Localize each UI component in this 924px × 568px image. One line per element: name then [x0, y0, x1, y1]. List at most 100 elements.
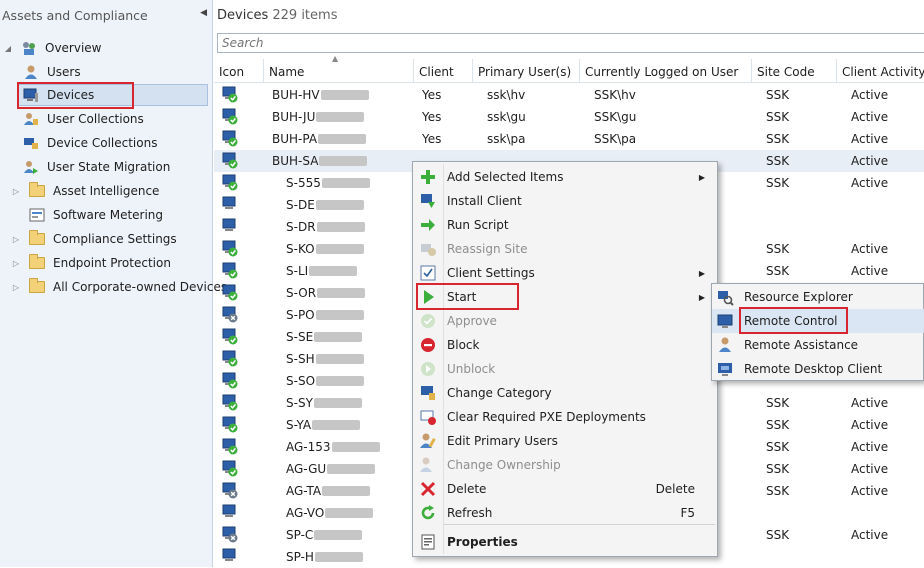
menu-item-start[interactable]: Start ▶ [415, 285, 715, 309]
redacted-block [325, 508, 374, 518]
menu-item-block[interactable]: Block [415, 333, 715, 357]
table-row[interactable]: BUH-JU Yes ssk\gu SSK\gu SSK Active [214, 106, 924, 128]
menu-item-label: Reassign Site [447, 242, 528, 256]
menu-item-label: Change Category [447, 386, 552, 400]
redacted-block [331, 442, 380, 452]
redacted-block [314, 552, 363, 562]
computer-status-icon [222, 350, 239, 367]
pane-header: Devices 229 items [214, 0, 924, 32]
resource-explorer-icon [713, 285, 737, 309]
menu-item-delete[interactable]: Delete Delete [415, 477, 715, 501]
computer-status-icon [222, 372, 239, 389]
expand-right-icon[interactable]: ▷ [10, 283, 22, 292]
cell-name: AG-153 [286, 440, 380, 454]
overview-icon [20, 39, 38, 57]
computer-status-icon [222, 394, 239, 411]
cell-site-code: SSK [766, 396, 790, 410]
submenu-item-remote-assistance[interactable]: Remote Assistance [712, 333, 924, 357]
menu-item-refresh[interactable]: Refresh F5 [415, 501, 715, 525]
cell-name: SP-H [286, 550, 363, 564]
computer-status-icon [222, 460, 239, 477]
cell-name: S-SY [286, 396, 362, 410]
refresh-icon [416, 501, 440, 525]
expand-down-icon[interactable]: ◢ [2, 44, 14, 53]
menu-item-label: Clear Required PXE Deployments [447, 410, 646, 424]
computer-status-icon [222, 548, 239, 565]
computer-status-icon [222, 262, 239, 279]
submenu-item-remote-desktop-client[interactable]: Remote Desktop Client [712, 357, 924, 381]
cell-site-code: SSK [766, 176, 790, 190]
search-input[interactable] [217, 33, 924, 53]
cell-name: S-OR [286, 286, 366, 300]
tree-item-compliance-settings[interactable]: ▷ Compliance Settings [10, 228, 177, 250]
column-header-logged-on-user[interactable]: Currently Logged on User [580, 59, 752, 83]
computer-status-icon [222, 152, 239, 169]
column-header-primary-users[interactable]: Primary User(s) [473, 59, 580, 83]
menu-item-install-client[interactable]: Install Client [415, 189, 715, 213]
tree-item-user-state-migration[interactable]: User State Migration [22, 156, 170, 178]
device-collection-icon [22, 134, 40, 152]
menu-item-clear-required-pxe-deployments[interactable]: Clear Required PXE Deployments [415, 405, 715, 429]
tree-item-software-metering[interactable]: Software Metering [28, 204, 163, 226]
computer-status-icon [222, 218, 239, 235]
menu-item-reassign-site[interactable]: Reassign Site [415, 237, 715, 261]
expand-right-icon[interactable]: ▷ [10, 259, 22, 268]
tree-item-devices[interactable]: Devices [18, 84, 208, 106]
menu-item-change-ownership[interactable]: Change Ownership [415, 453, 715, 477]
column-header-client[interactable]: Client [414, 59, 473, 83]
change-ownership-icon [416, 453, 440, 477]
cell-name: BUH-JU [272, 110, 365, 124]
expand-right-icon[interactable]: ▷ [10, 187, 22, 196]
user-icon [22, 63, 40, 81]
redacted-block [315, 200, 364, 210]
tree-label: Devices [47, 88, 95, 102]
column-header-client-activity[interactable]: Client Activity [837, 59, 924, 83]
expand-right-icon[interactable]: ▷ [10, 235, 22, 244]
properties-icon [416, 530, 440, 554]
table-row[interactable]: BUH-PA Yes ssk\pa SSK\pa SSK Active [214, 128, 924, 150]
tree-item-endpoint-protection[interactable]: ▷ Endpoint Protection [10, 252, 171, 274]
submenu-item-label: Resource Explorer [744, 290, 853, 304]
menu-item-client-settings[interactable]: Client Settings ▶ [415, 261, 715, 285]
table-row[interactable]: BUH-HV Yes ssk\hv SSK\hv SSK Active [214, 84, 924, 106]
tree-item-asset-intelligence[interactable]: ▷ Asset Intelligence [10, 180, 159, 202]
collapse-arrow-icon[interactable]: ◀ [200, 8, 207, 18]
menu-item-unblock[interactable]: Unblock [415, 357, 715, 381]
menu-item-add-selected-items[interactable]: Add Selected Items ▶ [415, 165, 715, 189]
submenu-item-remote-control[interactable]: Remote Control [712, 309, 924, 333]
cell-client-activity: Active [851, 176, 889, 190]
computer-status-icon [222, 86, 239, 103]
menu-item-approve[interactable]: Approve [415, 309, 715, 333]
cell-name: S-KO [286, 242, 364, 256]
tree-item-user-collections[interactable]: User Collections [22, 108, 144, 130]
computer-status-icon [222, 416, 239, 433]
redacted-block [315, 244, 364, 254]
tree-item-device-collections[interactable]: Device Collections [22, 132, 157, 154]
block-icon [416, 333, 440, 357]
menu-item-properties[interactable]: Properties [415, 530, 715, 554]
cell-client-activity: Active [851, 462, 889, 476]
cell-name: S-SE [286, 330, 363, 344]
redacted-block [309, 266, 358, 276]
cell-client-activity: Active [851, 154, 889, 168]
column-header-name[interactable]: Name [264, 59, 414, 83]
column-header-icon[interactable]: Icon [214, 59, 264, 83]
cell-client: Yes [422, 132, 442, 146]
menu-item-label: Properties [447, 535, 518, 549]
menu-item-change-category[interactable]: Change Category [415, 381, 715, 405]
tree-item-users[interactable]: Users [22, 61, 81, 83]
column-header-site-code[interactable]: Site Code [752, 59, 837, 83]
cell-name: BUH-PA [272, 132, 367, 146]
tree-label: Software Metering [53, 208, 164, 222]
column-headers: Icon Name Client Primary User(s) Current… [214, 59, 924, 83]
menu-item-run-script[interactable]: Run Script [415, 213, 715, 237]
tree-item-overview[interactable]: ◢ Overview [2, 37, 102, 59]
redacted-block [320, 90, 369, 100]
submenu-item-resource-explorer[interactable]: Resource Explorer [712, 285, 924, 309]
computer-status-icon [222, 108, 239, 125]
tree-item-all-corporate-owned-devices[interactable]: ▷ All Corporate-owned Devices [10, 276, 227, 298]
nav-header: Assets and Compliance ◀ [0, 0, 212, 32]
tree-label: User Collections [47, 112, 144, 126]
menu-item-edit-primary-users[interactable]: Edit Primary Users [415, 429, 715, 453]
computer-status-icon [222, 130, 239, 147]
